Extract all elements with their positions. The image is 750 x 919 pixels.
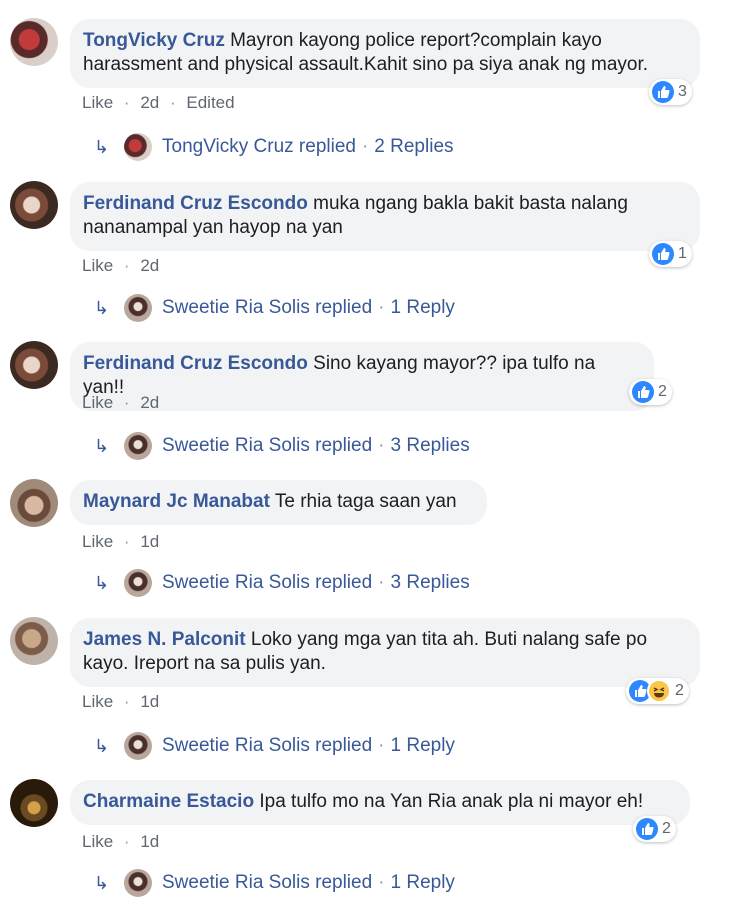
like-link[interactable]: Like	[82, 692, 113, 711]
reply-count: 1 Reply	[390, 297, 455, 318]
comment-author[interactable]: James N. Palconit	[83, 629, 246, 650]
comment-meta: Like · 2d	[82, 393, 160, 412]
edited-label: Edited	[186, 93, 235, 112]
comment-bubble: Maynard Jc Manabat Te rhia taga saan yan	[70, 480, 487, 525]
comment-author[interactable]: Ferdinand Cruz Escondo	[83, 193, 308, 214]
like-reaction-icon	[652, 81, 674, 103]
view-replies-link[interactable]: ↳ Sweetie Ria Solis replied · 3 Replies	[94, 569, 470, 597]
reply-author: TongVicky Cruz replied	[162, 136, 356, 157]
comment-text: harassment and physical assault.Kahit si…	[83, 54, 649, 75]
like-reaction-icon	[636, 818, 658, 840]
timestamp[interactable]: 1d	[140, 832, 159, 851]
comment-text: kayo. Ireport na sa pulis yan.	[83, 653, 326, 674]
comment-bubble: Charmaine Estacio Ipa tulfo mo na Yan Ri…	[70, 780, 690, 825]
comment-meta: Like · 1d	[82, 532, 160, 551]
reply-arrow-icon: ↳	[94, 136, 110, 157]
like-link[interactable]: Like	[82, 256, 113, 275]
reply-arrow-icon: ↳	[94, 435, 110, 456]
comment-author[interactable]: Ferdinand Cruz Escondo	[83, 353, 308, 374]
comment-author[interactable]: TongVicky Cruz	[83, 30, 225, 51]
avatar[interactable]	[10, 341, 58, 389]
reply-count: 2 Replies	[374, 136, 454, 157]
reply-avatar	[124, 294, 152, 322]
reply-count: 1 Reply	[390, 872, 455, 893]
avatar[interactable]	[10, 18, 58, 66]
reply-avatar	[124, 432, 152, 460]
timestamp[interactable]: 1d	[140, 532, 159, 551]
avatar[interactable]	[10, 617, 58, 665]
view-replies-link[interactable]: ↳ Sweetie Ria Solis replied · 1 Reply	[94, 869, 455, 897]
avatar[interactable]	[10, 181, 58, 229]
reaction-summary[interactable]: 2	[633, 816, 676, 842]
reply-avatar	[124, 569, 152, 597]
reaction-count: 2	[662, 820, 671, 837]
reply-arrow-icon: ↳	[94, 872, 110, 893]
view-replies-link[interactable]: ↳ Sweetie Ria Solis replied · 3 Replies	[94, 432, 470, 460]
like-link[interactable]: Like	[82, 532, 113, 551]
reply-count: 3 Replies	[390, 435, 470, 456]
view-replies-link[interactable]: ↳ TongVicky Cruz replied · 2 Replies	[94, 133, 454, 161]
reply-author: Sweetie Ria Solis replied	[162, 735, 373, 756]
reply-arrow-icon: ↳	[94, 572, 110, 593]
avatar[interactable]	[10, 779, 58, 827]
comment-text: nananampal yan hayop na yan	[83, 217, 343, 238]
reaction-count: 1	[678, 245, 687, 262]
timestamp[interactable]: 2d	[140, 93, 159, 112]
view-replies-link[interactable]: ↳ Sweetie Ria Solis replied · 1 Reply	[94, 732, 455, 760]
like-link[interactable]: Like	[82, 832, 113, 851]
comment-author[interactable]: Maynard Jc Manabat	[83, 491, 270, 512]
reaction-summary[interactable]: 2	[626, 678, 689, 704]
reply-avatar	[124, 869, 152, 897]
like-link[interactable]: Like	[82, 93, 113, 112]
comment-text: Te rhia taga saan yan	[274, 491, 457, 512]
reaction-summary[interactable]: 2	[629, 379, 672, 405]
reaction-summary[interactable]: 1	[649, 241, 692, 267]
comment-author[interactable]: Charmaine Estacio	[83, 791, 254, 812]
comment-text: muka ngang bakla bakit basta nalang	[313, 193, 628, 214]
reply-arrow-icon: ↳	[94, 735, 110, 756]
view-replies-link[interactable]: ↳ Sweetie Ria Solis replied · 1 Reply	[94, 294, 455, 322]
comment-bubble: Ferdinand Cruz Escondo muka ngang bakla …	[70, 182, 700, 251]
reaction-summary[interactable]: 3	[649, 79, 692, 105]
comment-meta: Like · 1d	[82, 832, 160, 851]
like-reaction-icon	[632, 381, 654, 403]
haha-reaction-icon	[647, 679, 671, 703]
comment-meta: Like · 2d	[82, 256, 160, 275]
timestamp[interactable]: 2d	[140, 393, 159, 412]
avatar[interactable]	[10, 479, 58, 527]
reaction-count: 2	[658, 383, 667, 400]
reply-author: Sweetie Ria Solis replied	[162, 297, 373, 318]
reaction-count: 3	[678, 83, 687, 100]
comment-text: Ipa tulfo mo na Yan Ria anak pla ni mayo…	[259, 791, 644, 812]
comment-bubble: James N. Palconit Loko yang mga yan tita…	[70, 618, 700, 687]
reply-author: Sweetie Ria Solis replied	[162, 435, 373, 456]
comment-meta: Like · 1d	[82, 692, 160, 711]
reply-count: 3 Replies	[390, 572, 470, 593]
comment-meta: Like · 2d · Edited	[82, 93, 235, 112]
reply-author: Sweetie Ria Solis replied	[162, 872, 373, 893]
comment-bubble: TongVicky Cruz Mayron kayong police repo…	[70, 19, 700, 88]
like-link[interactable]: Like	[82, 393, 113, 412]
like-reaction-icon	[652, 243, 674, 265]
timestamp[interactable]: 1d	[140, 692, 159, 711]
comment-text: Mayron kayong police report?complain kay…	[230, 30, 602, 51]
reply-author: Sweetie Ria Solis replied	[162, 572, 373, 593]
timestamp[interactable]: 2d	[140, 256, 159, 275]
reply-avatar	[124, 732, 152, 760]
reply-count: 1 Reply	[390, 735, 455, 756]
reply-avatar	[124, 133, 152, 161]
reaction-count: 2	[675, 682, 684, 699]
comment-text: Loko yang mga yan tita ah. Buti nalang s…	[250, 629, 648, 650]
reply-arrow-icon: ↳	[94, 297, 110, 318]
